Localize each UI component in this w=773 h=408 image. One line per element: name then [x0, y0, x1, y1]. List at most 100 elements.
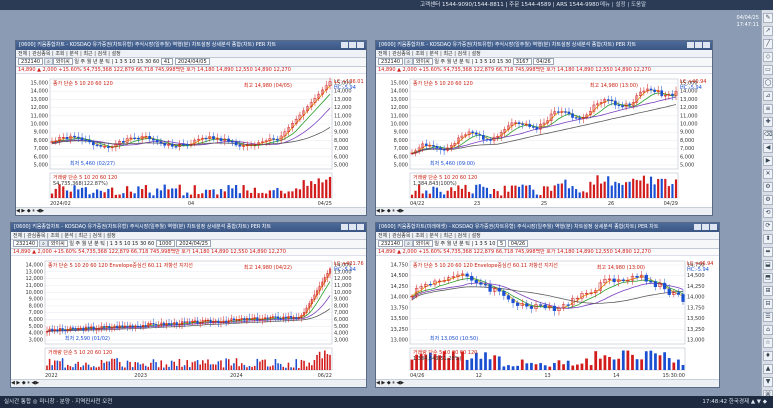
drawing-tool-icon[interactable]: ⊟ [763, 299, 773, 309]
minimize-icon[interactable] [694, 224, 701, 230]
window-tabs[interactable]: 전체 | 관심종목 | 조회 | 분석 | 최근 | 검색 | 설정 [16, 50, 366, 58]
drawing-tool-icon[interactable]: ◇ [763, 52, 773, 62]
drawing-tool-icon[interactable]: ✚ [763, 117, 773, 127]
stock-code-input[interactable]: 232140 [378, 58, 404, 65]
drawing-tool-icon[interactable]: ≡ [763, 104, 773, 114]
chart-area[interactable]: 14,000 14,000 13,000 13,000 12,000 12,000 11,0… [11, 257, 366, 378]
maximize-icon[interactable] [349, 224, 356, 230]
stock-code-input[interactable]: 232140 [378, 240, 404, 247]
volume-bar [243, 364, 246, 370]
drawing-tool-icon[interactable]: ◯ [763, 78, 773, 88]
chart-area[interactable]: 14,750 14,750 14,500 14,500 14,250 14,250 14,0… [376, 257, 719, 378]
window-title-bar[interactable]: [0600] 키움종합차트 - KOSDAQ 유가증권(차트유형) 주식시장(일… [11, 223, 366, 232]
search-icon[interactable]: ⌕ [39, 240, 48, 247]
stock-name-field[interactable]: 와이씨 [412, 58, 433, 65]
maximize-icon[interactable] [349, 42, 356, 48]
period-buttons[interactable]: 일 주 월 년 분 틱 | 1 3 5 10 15 30 [434, 59, 511, 65]
search-icon[interactable]: ⌕ [404, 240, 413, 247]
search-icon[interactable]: ⌕ [404, 58, 413, 65]
volume-legend: 거래량 단순 5 10 20 60 120 [413, 174, 477, 181]
date-input[interactable]: 2024/04/05 [174, 58, 210, 65]
volume-bar [657, 179, 660, 198]
volume-bar [550, 190, 553, 198]
search-icon[interactable]: ⌕ [44, 58, 53, 65]
drawing-tool-icon[interactable]: ↗ [763, 26, 773, 36]
date-input[interactable]: 04/26 [533, 58, 554, 65]
candle-body [209, 319, 212, 323]
chart-window-3[interactable]: [0600] 키움종합차트 - KOSDAQ 유가증권(차트유형) 주식시장(일… [10, 222, 367, 388]
drawing-tool-icon[interactable]: ⊿ [763, 91, 773, 101]
quote-line: 14,890 ▲ 2,000 +15.60% 54,735,368 122,87… [376, 67, 712, 74]
chart-scrollbar[interactable]: ◀ ▶ ◆ ⏸ ◀▶ [16, 207, 366, 215]
drawing-tool-icon[interactable]: ⌫ [763, 130, 773, 140]
y-tick-label: 3,000 [29, 338, 43, 344]
date-input[interactable]: 04/26 [507, 240, 529, 247]
drawing-tool-icon[interactable]: ⊞ [763, 286, 773, 296]
period-buttons[interactable]: 일 주 월 년 분 틱 | 1 3 5 10 [434, 241, 495, 247]
drawing-tool-icon[interactable]: ♦ [763, 351, 773, 361]
volume-bar [230, 365, 233, 370]
drawing-tool-icon[interactable]: ☰ [763, 312, 773, 322]
minimize-icon[interactable] [341, 42, 348, 48]
chart-window-4[interactable]: [0600] 키움종합차트(미래에셋) - KOSDAQ 유가증권(차트유형) … [375, 222, 720, 388]
drawing-tool-icon[interactable]: ✕ [763, 169, 773, 179]
chart-window-2[interactable]: [0600] 키움종합차트 - KOSDAQ 유가증권(차트유형) 주식시장(일… [375, 40, 713, 216]
count-input[interactable]: 41 [160, 58, 174, 65]
chart-scrollbar[interactable]: ◀ ▶ ◆ ⏸ ◀▶ [376, 207, 712, 215]
drawing-tool-icon[interactable]: ▭ [763, 65, 773, 75]
close-icon[interactable] [357, 224, 364, 230]
close-icon[interactable] [703, 42, 710, 48]
stock-code-input[interactable]: 232140 [13, 240, 39, 247]
drawing-tool-icon[interactable]: ╱ [763, 39, 773, 49]
drawing-tool-icon[interactable]: ▼ [763, 377, 773, 387]
drawing-tool-icon[interactable]: ◀ [763, 143, 773, 153]
drawing-tool-icon[interactable]: ⟳ [763, 221, 773, 231]
stock-name-field[interactable]: 와이씨 [52, 58, 73, 65]
volume-bar [170, 360, 173, 370]
window-title-bar[interactable]: [0600] 키움종합차트 - KOSDAQ 유가증권(차트유형) 주식시장(일… [376, 41, 712, 50]
window-tabs[interactable]: 전체 | 관심종목 | 조회 | 분석 | 최근 | 검색 | 설정 [376, 232, 719, 240]
stock-code-input[interactable]: 232140 [18, 58, 44, 65]
volume-bar [298, 367, 300, 370]
maximize-icon[interactable] [702, 224, 709, 230]
date-input[interactable]: 2024/04/25 [176, 240, 212, 247]
count-input[interactable]: 5 [497, 240, 507, 247]
drawing-tool-icon[interactable]: ☆ [763, 338, 773, 348]
window-tabs[interactable]: 전체 | 관심종목 | 조회 | 분석 | 최근 | 검색 | 설정 [376, 50, 712, 58]
close-icon[interactable] [710, 224, 717, 230]
chart-area[interactable]: 15,000 15,000 14,000 14,000 13,000 13,000 12,0… [376, 75, 712, 206]
window-title-bar[interactable]: [0600] 키움종합차트 - KOSDAQ 유가증권(차트유형) 주식시장(일… [16, 41, 366, 50]
maximize-icon[interactable] [695, 42, 702, 48]
drawing-tool-icon[interactable]: ⚙ [763, 195, 773, 205]
minimize-icon[interactable] [341, 224, 348, 230]
chart-scrollbar[interactable]: ◀ ▶ ◆ ⏸ ◀▶ [11, 379, 366, 387]
volume-bar [174, 188, 178, 198]
drawing-tool-icon[interactable]: ✎ [763, 13, 773, 23]
stock-name-field[interactable]: 와이씨 [412, 240, 433, 247]
volume-bar [105, 361, 108, 370]
close-icon[interactable] [357, 42, 364, 48]
drawing-tool-icon[interactable]: ⬓ [763, 260, 773, 270]
drawing-tool-icon[interactable]: ▶ [763, 156, 773, 166]
drawing-tool-icon[interactable]: ⬍ [763, 234, 773, 244]
chart-area[interactable]: 15,000 15,000 14,000 14,000 13,000 13,000 12,0… [16, 75, 366, 206]
window-title-bar[interactable]: [0600] 키움종합차트(미래에셋) - KOSDAQ 유가증권(차트유형) … [376, 223, 719, 232]
drawing-tool-icon[interactable]: ⌂ [763, 325, 773, 335]
drawing-tool-icon[interactable]: ⬒ [763, 273, 773, 283]
drawing-tool-icon[interactable]: ▲ [763, 364, 773, 374]
count-input[interactable]: 1000 [155, 240, 175, 247]
stock-name-field[interactable]: 와이씨 [47, 240, 68, 247]
volume-bar [631, 354, 634, 370]
top-menu[interactable]: 메뉴 | 설정 | 도움말 [600, 0, 646, 10]
drawing-tool-icon[interactable]: ⟲ [763, 208, 773, 218]
chart-scrollbar[interactable]: ◀ ▶ ◆ ⏸ ◀▶ [376, 379, 719, 387]
window-tabs[interactable]: 전체 | 관심종목 | 조회 | 분석 | 최근 | 검색 | 설정 [11, 232, 366, 240]
volume-bar [261, 359, 264, 370]
period-buttons[interactable]: 일 주 월 년 분 틱 | 1 3 5 10 15 30 60 [74, 59, 159, 65]
chart-window-1[interactable]: [0600] 키움종합차트 - KOSDAQ 유가증권(차트유형) 주식시장(일… [15, 40, 367, 216]
count-input[interactable]: 3167 [512, 58, 532, 65]
minimize-icon[interactable] [687, 42, 694, 48]
drawing-tool-icon[interactable]: ⬌ [763, 247, 773, 257]
drawing-tool-icon[interactable]: ⚙ [763, 182, 773, 192]
period-buttons[interactable]: 일 주 월 년 분 틱 | 1 3 5 10 15 30 60 [69, 241, 154, 247]
